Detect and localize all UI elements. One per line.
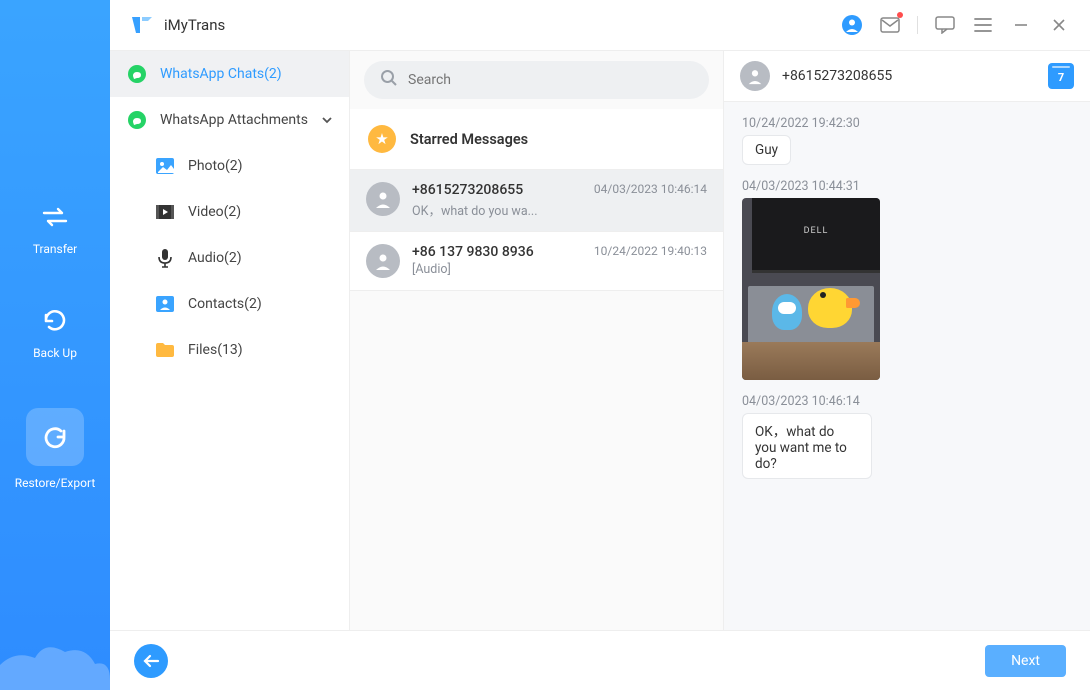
backup-icon <box>38 304 72 338</box>
main-area: iMyTrans <box>110 0 1090 690</box>
cloud-decoration <box>0 630 110 690</box>
nav-sidebar: Transfer Back Up Restore/Export <box>0 0 110 690</box>
cat-contacts[interactable]: Contacts(2) <box>110 281 349 327</box>
chat-name: +86 137 9830 8936 <box>412 244 582 260</box>
cat-label: Files(13) <box>188 342 243 358</box>
cat-audio[interactable]: Audio(2) <box>110 235 349 281</box>
app-logo <box>130 13 154 37</box>
user-icon[interactable] <box>841 14 863 36</box>
chat-preview: [Audio] <box>412 262 582 277</box>
nav-restore-label: Restore/Export <box>15 476 96 490</box>
chat-item-1[interactable]: +86 137 9830 8936 [Audio] 10/24/2022 19:… <box>350 232 723 291</box>
calendar-day: 7 <box>1058 71 1064 84</box>
photo-icon <box>154 155 176 177</box>
minimize-button[interactable] <box>1010 14 1032 36</box>
body: WhatsApp Chats(2) WhatsApp Attachments <box>110 50 1090 630</box>
cat-whatsapp-attachments[interactable]: WhatsApp Attachments <box>110 97 349 143</box>
category-panel: WhatsApp Chats(2) WhatsApp Attachments <box>110 51 350 630</box>
starred-label: Starred Messages <box>410 131 528 148</box>
message-timestamp: 10/24/2022 19:42:30 <box>742 116 1072 131</box>
feedback-icon[interactable] <box>934 14 956 36</box>
cat-label: Audio(2) <box>188 250 242 266</box>
cat-files[interactable]: Files(13) <box>110 327 349 373</box>
message-text: Guy <box>742 135 791 165</box>
message-text: OK，what do you want me to do? <box>742 413 872 479</box>
conversation-header: +8615273208655 7 <box>724 51 1090 102</box>
whatsapp-icon <box>126 109 148 131</box>
search-icon <box>380 69 398 91</box>
star-icon: ★ <box>368 125 396 153</box>
message-image[interactable]: DELL <box>742 198 880 380</box>
divider <box>917 16 918 34</box>
transfer-icon <box>38 200 72 234</box>
video-icon <box>154 201 176 223</box>
nav-backup-label: Back Up <box>33 346 77 360</box>
titlebar: iMyTrans <box>110 0 1090 50</box>
conversation-panel: +8615273208655 7 10/24/2022 19:42:30 Guy… <box>724 51 1090 630</box>
nav-transfer-label: Transfer <box>33 242 77 256</box>
chat-list-panel: ★ Starred Messages +8615273208655 OK，wha… <box>350 51 724 630</box>
search-input[interactable] <box>408 72 693 88</box>
app-title: iMyTrans <box>164 16 225 34</box>
cat-whatsapp-chats[interactable]: WhatsApp Chats(2) <box>110 51 349 97</box>
restore-icon <box>38 420 72 454</box>
chat-preview: OK，what do you wa... <box>412 200 582 219</box>
search-box[interactable] <box>364 61 709 99</box>
audio-icon <box>154 247 176 269</box>
chat-name: +8615273208655 <box>412 182 582 198</box>
chat-time: 10/24/2022 19:40:13 <box>594 244 707 278</box>
chat-time: 04/03/2023 10:46:14 <box>594 182 707 219</box>
cat-video[interactable]: Video(2) <box>110 189 349 235</box>
cat-label: Video(2) <box>188 204 241 220</box>
conversation-title: +8615273208655 <box>782 68 1036 84</box>
chat-item-0[interactable]: +8615273208655 OK，what do you wa... 04/0… <box>350 170 723 232</box>
cat-label: Photo(2) <box>188 158 243 174</box>
calendar-button[interactable]: 7 <box>1048 63 1074 89</box>
cat-label: Contacts(2) <box>188 296 262 312</box>
next-button[interactable]: Next <box>985 645 1066 677</box>
message-timestamp: 04/03/2023 10:44:31 <box>742 179 1072 194</box>
avatar <box>366 182 400 216</box>
close-button[interactable] <box>1048 14 1070 36</box>
envelope-icon[interactable] <box>879 14 901 36</box>
nav-restore[interactable]: Restore/Export <box>15 408 96 490</box>
chevron-down-icon <box>321 112 333 128</box>
cat-label: WhatsApp Attachments <box>160 112 308 128</box>
cat-photo[interactable]: Photo(2) <box>110 143 349 189</box>
starred-messages[interactable]: ★ Starred Messages <box>350 109 723 170</box>
footer: Next <box>110 630 1090 690</box>
menu-icon[interactable] <box>972 14 994 36</box>
files-icon <box>154 339 176 361</box>
avatar <box>366 244 400 278</box>
contacts-icon <box>154 293 176 315</box>
nav-backup[interactable]: Back Up <box>33 304 77 360</box>
cat-label: WhatsApp Chats(2) <box>160 66 282 82</box>
whatsapp-icon <box>126 63 148 85</box>
nav-transfer[interactable]: Transfer <box>33 200 77 256</box>
message-timestamp: 04/03/2023 10:46:14 <box>742 394 1072 409</box>
avatar <box>740 61 770 91</box>
conversation-body[interactable]: 10/24/2022 19:42:30 Guy 04/03/2023 10:44… <box>724 102 1090 630</box>
back-button[interactable] <box>134 644 168 678</box>
